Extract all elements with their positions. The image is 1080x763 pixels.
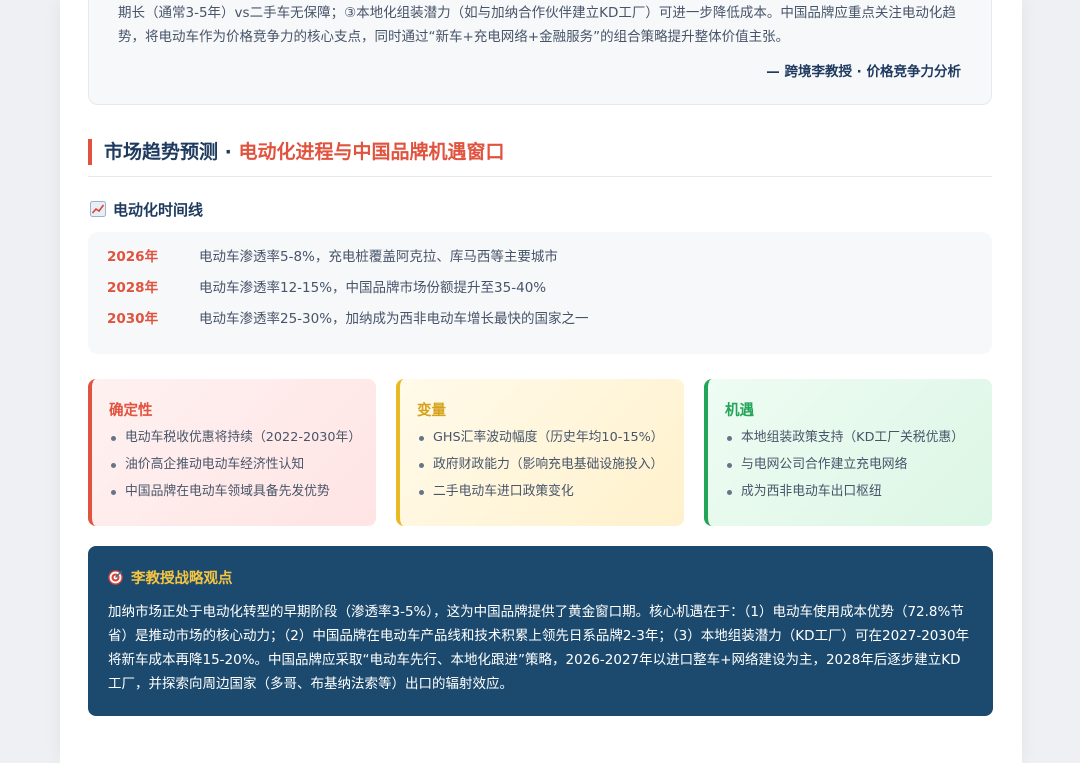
strategy-box: 李教授战略观点 加纳市场正处于电动化转型的早期阶段（渗透率3-5%），这为中国品… <box>88 546 993 716</box>
opportunities-card: 机遇 本地组装政策支持（KD工厂关税优惠） 与电网公司合作建立充电网络 成为西非… <box>704 379 992 526</box>
card-title: 变量 <box>417 403 446 419</box>
target-icon <box>108 570 123 585</box>
list-item: 成为西非电动车出口枢纽 <box>724 481 986 508</box>
timeline-year: 2028年 <box>107 280 159 296</box>
chart-increasing-icon <box>90 201 106 217</box>
certainty-card: 确定性 电动车税收优惠将持续（2022-2030年） 油价高企推动电动车经济性认… <box>88 379 376 526</box>
list-item: 电动车税收优惠将持续（2022-2030年） <box>108 427 370 454</box>
timeline-year: 2026年 <box>107 249 159 265</box>
timeline-heading: 电动化时间线 <box>90 199 203 221</box>
timeline-text: 电动车渗透率5-8%，充电桩覆盖阿克拉、库马西等主要城市 <box>199 249 558 265</box>
list-item: 二手电动车进口政策变化 <box>416 481 678 508</box>
timeline-text: 电动车渗透率25-30%，加纳成为西非电动车增长最快的国家之一 <box>199 311 589 327</box>
variables-card: 变量 GHS汇率波动幅度（历史年均10-15%） 政府财政能力（影响充电基础设施… <box>396 379 684 526</box>
section-title-highlight: 电动化进程与中国品牌机遇窗口 <box>238 141 505 163</box>
section-divider <box>88 176 992 177</box>
timeline-year: 2030年 <box>107 311 159 327</box>
report-page: 期长（通常3-5年）vs二手车无保障；③本地化组装潜力（如与加纳合作伙伴建立KD… <box>60 0 1022 763</box>
strategy-text: 加纳市场正处于电动化转型的早期阶段（渗透率3-5%），这为中国品牌提供了黄金窗口… <box>108 604 970 692</box>
timeline-box: 2026年 电动车渗透率5-8%，充电桩覆盖阿克拉、库马西等主要城市 2028年… <box>88 232 992 354</box>
list-item: 政府财政能力（影响充电基础设施投入） <box>416 454 678 481</box>
timeline-text: 电动车渗透率12-15%，中国品牌市场份额提升至35-40% <box>199 280 547 296</box>
card-title: 确定性 <box>109 403 153 419</box>
quote-text: 期长（通常3-5年）vs二手车无保障；③本地化组装潜力（如与加纳合作伙伴建立KD… <box>118 5 956 45</box>
list-item: 中国品牌在电动车领域具备先发优势 <box>108 481 370 508</box>
strategy-title: 李教授战略观点 <box>108 567 233 588</box>
section-title: 市场趋势预测 · 电动化进程与中国品牌机遇窗口 <box>88 139 504 165</box>
section-title-main: 市场趋势预测 · <box>104 141 239 163</box>
list-item: 与电网公司合作建立充电网络 <box>724 454 986 481</box>
list-item: 油价高企推动电动车经济性认知 <box>108 454 370 481</box>
card-list: 本地组装政策支持（KD工厂关税优惠） 与电网公司合作建立充电网络 成为西非电动车… <box>724 427 986 508</box>
timeline-heading-text: 电动化时间线 <box>113 201 204 219</box>
card-title: 机遇 <box>725 403 754 419</box>
card-list: 电动车税收优惠将持续（2022-2030年） 油价高企推动电动车经济性认知 中国… <box>108 427 370 508</box>
list-item: 本地组装政策支持（KD工厂关税优惠） <box>724 427 986 454</box>
strategy-title-text: 李教授战略观点 <box>131 571 233 587</box>
quote-box: 期长（通常3-5年）vs二手车无保障；③本地化组装潜力（如与加纳合作伙伴建立KD… <box>88 0 992 105</box>
list-item: GHS汇率波动幅度（历史年均10-15%） <box>416 427 678 454</box>
quote-author: — 跨境李教授 · 价格竞争力分析 <box>766 64 961 80</box>
card-list: GHS汇率波动幅度（历史年均10-15%） 政府财政能力（影响充电基础设施投入）… <box>416 427 678 508</box>
